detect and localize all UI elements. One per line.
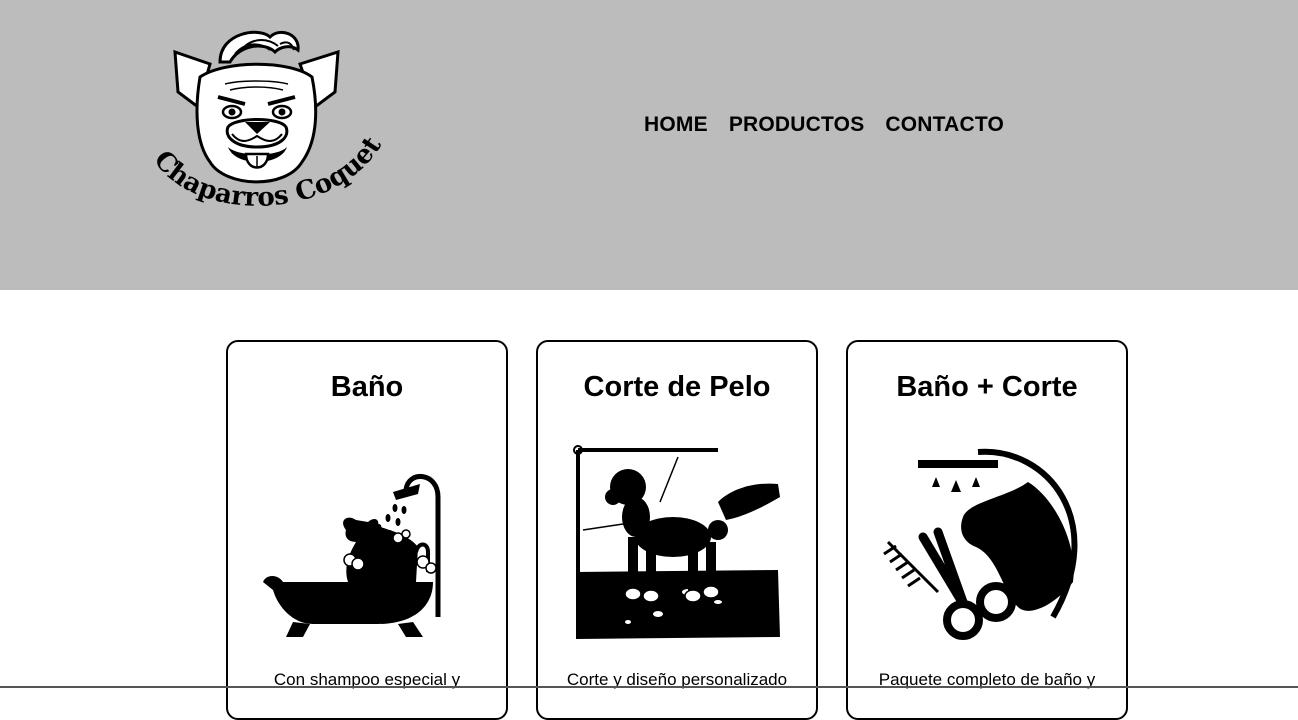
service-card-corte[interactable]: Corte de Pelo Corte y diseño personaliza… <box>536 340 818 720</box>
service-card-bano[interactable]: Baño Con shampoo especial y <box>226 340 508 720</box>
poodle-grooming-icon <box>568 442 788 647</box>
bulldog-logo-icon: Chaparros Coquetos <box>140 22 388 213</box>
card-title: Baño + Corte <box>896 371 1078 403</box>
main-nav: HOME PRODUCTOS CONTACTO <box>644 113 1004 137</box>
brand-logo[interactable]: Chaparros Coquetos <box>140 22 390 232</box>
nav-productos[interactable]: PRODUCTOS <box>729 113 865 137</box>
card-title: Corte de Pelo <box>583 371 771 403</box>
nav-contacto[interactable]: CONTACTO <box>885 113 1004 137</box>
card-title: Baño <box>330 371 404 403</box>
service-card-bano-corte[interactable]: Baño + Corte Paquete completo de baño y <box>846 340 1128 720</box>
site-header: Chaparros Coquetos HOME PRODUCTOS CONTAC… <box>0 0 1298 290</box>
dog-bathtub-icon <box>258 442 478 647</box>
nav-home[interactable]: HOME <box>644 113 708 137</box>
shower-scissors-dog-icon <box>878 442 1098 647</box>
